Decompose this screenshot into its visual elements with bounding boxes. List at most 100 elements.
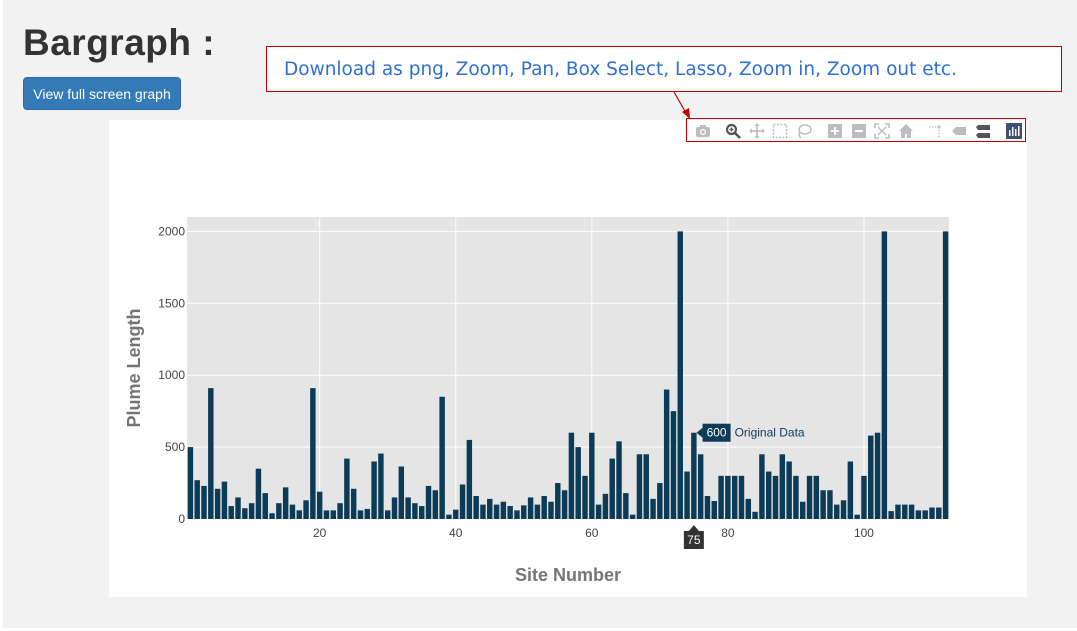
bar[interactable] (929, 507, 935, 519)
bar[interactable] (861, 475, 867, 519)
zoom-out-icon[interactable] (851, 123, 867, 139)
bar[interactable] (337, 503, 343, 519)
bar[interactable] (473, 495, 479, 519)
bar[interactable] (895, 504, 901, 519)
bar[interactable] (629, 514, 636, 519)
bar[interactable] (779, 454, 786, 519)
bar[interactable] (874, 432, 881, 519)
bar[interactable] (915, 510, 922, 519)
bar[interactable] (364, 508, 371, 519)
bar[interactable] (725, 475, 731, 519)
bar[interactable] (806, 475, 813, 519)
bar[interactable] (561, 490, 568, 519)
bar[interactable] (793, 475, 799, 519)
bar[interactable] (208, 388, 214, 519)
bar[interactable] (677, 231, 683, 519)
zoom-in-icon[interactable] (827, 123, 843, 139)
bar[interactable] (616, 441, 622, 519)
bar[interactable] (684, 471, 690, 519)
bar[interactable] (507, 506, 513, 519)
hover-compare-icon[interactable] (975, 123, 991, 139)
bar[interactable] (609, 458, 615, 519)
bar[interactable] (493, 504, 500, 519)
bar[interactable] (847, 461, 854, 519)
bar[interactable] (908, 504, 915, 519)
bar[interactable] (398, 466, 405, 519)
bar[interactable] (378, 453, 384, 519)
bar[interactable] (888, 511, 894, 519)
bar[interactable] (269, 513, 275, 519)
bar[interactable] (248, 503, 255, 519)
bar[interactable] (527, 497, 534, 519)
bar[interactable] (296, 510, 302, 519)
bar[interactable] (500, 501, 507, 519)
bar[interactable] (704, 495, 711, 519)
bar[interactable] (827, 490, 833, 519)
bar[interactable] (548, 501, 554, 519)
pan-icon[interactable] (749, 123, 765, 139)
bar[interactable] (521, 505, 527, 519)
bar[interactable] (412, 503, 418, 519)
bar[interactable] (840, 500, 847, 519)
bar[interactable] (425, 485, 432, 519)
bar[interactable] (589, 432, 595, 519)
bar[interactable] (711, 501, 717, 519)
bar[interactable] (316, 491, 323, 519)
bar[interactable] (235, 497, 241, 519)
bar[interactable] (881, 231, 888, 519)
bar[interactable] (697, 454, 704, 519)
bar[interactable] (752, 511, 758, 519)
bar[interactable] (419, 506, 425, 519)
bar[interactable] (936, 507, 942, 519)
bar[interactable] (670, 411, 677, 519)
bar[interactable] (371, 461, 377, 519)
bar[interactable] (187, 447, 194, 519)
spike-lines-icon[interactable] (927, 123, 943, 139)
bar[interactable] (514, 510, 520, 519)
bar[interactable] (568, 432, 575, 519)
bar[interactable] (391, 497, 398, 519)
bar[interactable] (772, 475, 779, 519)
reset-axes-icon[interactable] (898, 123, 914, 139)
bar[interactable] (602, 493, 609, 519)
box-select-icon[interactable] (772, 123, 788, 139)
bar[interactable] (541, 495, 547, 519)
bar[interactable] (868, 435, 874, 519)
bar[interactable] (310, 388, 316, 519)
bar[interactable] (643, 454, 649, 519)
bar[interactable] (439, 396, 445, 519)
bar[interactable] (942, 231, 949, 519)
bar[interactable] (289, 504, 296, 519)
bar[interactable] (623, 493, 629, 519)
bar[interactable] (214, 488, 221, 519)
camera-icon[interactable] (695, 123, 711, 139)
bar[interactable] (575, 447, 581, 519)
bar[interactable] (330, 510, 336, 519)
bar[interactable] (800, 501, 806, 519)
bar[interactable] (636, 454, 643, 519)
bar[interactable] (276, 503, 282, 519)
hover-closest-icon[interactable] (951, 123, 967, 139)
bar[interactable] (201, 485, 207, 519)
bar[interactable] (902, 504, 908, 519)
plotly-logo-icon[interactable] (1006, 123, 1022, 139)
bar[interactable] (582, 475, 588, 519)
bar[interactable] (834, 504, 840, 519)
bar[interactable] (459, 484, 466, 519)
bar[interactable] (432, 490, 439, 519)
bar[interactable] (657, 483, 663, 519)
bar[interactable] (759, 454, 765, 519)
bar[interactable] (487, 498, 493, 519)
bar[interactable] (480, 504, 486, 519)
bar[interactable] (595, 504, 602, 519)
bar[interactable] (534, 504, 541, 519)
bar[interactable] (738, 475, 745, 519)
bar[interactable] (242, 508, 248, 519)
view-full-screen-button[interactable]: View full screen graph (23, 77, 181, 110)
bar[interactable] (350, 488, 357, 519)
bar[interactable] (820, 490, 826, 519)
bar[interactable] (765, 471, 772, 519)
bar[interactable] (663, 389, 670, 519)
bar[interactable] (255, 468, 262, 519)
bar[interactable] (357, 510, 364, 519)
